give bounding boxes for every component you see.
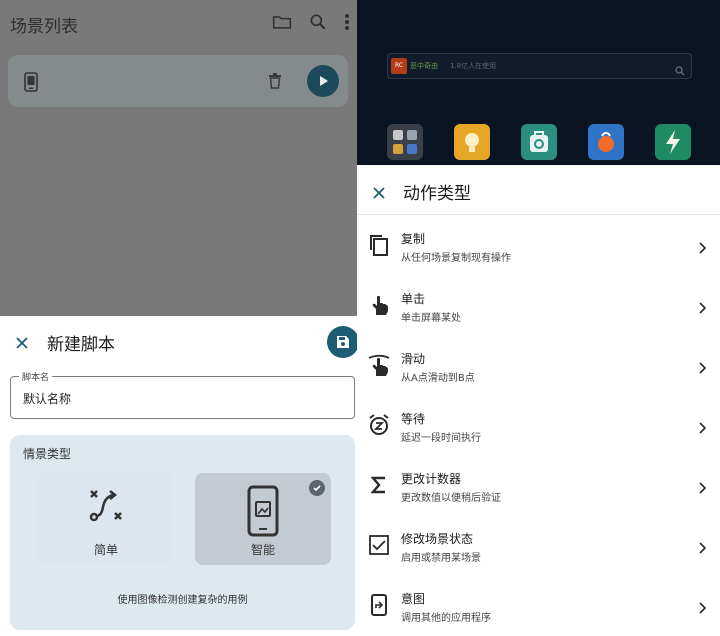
app-icon <box>521 124 557 160</box>
chevron-right-icon <box>698 239 707 258</box>
chevron-right-icon <box>698 539 707 558</box>
action-item-swipe[interactable]: 滑动 从A点滑动到B点 <box>357 337 720 397</box>
save-icon <box>337 336 349 348</box>
left-screen: 场景列表 新建脚本 脚本名 默认名称 情景类型 简单 智能 使用图像检测创建复杂… <box>0 0 357 636</box>
chevron-right-icon <box>698 299 707 318</box>
action-description: 延迟一段时间执行 <box>401 433 481 444</box>
action-item-intent[interactable]: 意图 调用其他的应用程序 <box>357 577 720 636</box>
close-icon[interactable] <box>373 184 385 199</box>
brand-logo: RC <box>391 58 407 74</box>
action-description: 调用其他的应用程序 <box>401 613 491 624</box>
tap-icon <box>367 293 391 317</box>
sheet-title: 新建脚本 <box>47 335 115 355</box>
app-icon <box>655 124 691 160</box>
intent-icon <box>367 593 391 617</box>
chevron-right-icon <box>698 359 707 378</box>
type-option-simple[interactable]: 简单 <box>38 473 174 565</box>
action-description: 从任何场景复制现有操作 <box>401 253 511 264</box>
sigma-icon <box>367 473 391 497</box>
action-item-scenario-state[interactable]: 修改场景状态 启用或禁用某场景 <box>357 517 720 577</box>
app-icon <box>588 124 624 160</box>
delete-icon[interactable] <box>268 73 282 93</box>
search-icon[interactable] <box>308 12 330 34</box>
save-button[interactable] <box>327 326 357 358</box>
scenario-type-label: 情景类型 <box>23 447 72 461</box>
action-title: 单击 <box>401 292 426 306</box>
chevron-right-icon <box>698 599 707 618</box>
play-button[interactable] <box>307 65 339 97</box>
close-icon[interactable] <box>16 334 30 349</box>
action-title: 等待 <box>401 412 426 426</box>
search-placeholder: 1.8亿人在使用 <box>450 62 497 70</box>
action-type-sheet: 动作类型 复制 从任何场景复制现有操作 单击 单击屏幕某处 滑动 从A点滑动到B… <box>357 165 720 636</box>
action-title: 复制 <box>401 232 426 246</box>
scenario-type-section: 情景类型 简单 智能 使用图像检测创建复杂的用例 <box>10 435 355 630</box>
action-title: 修改场景状态 <box>401 532 474 546</box>
chevron-right-icon <box>698 419 707 438</box>
script-name-field[interactable]: 脚本名 默认名称 <box>10 370 355 419</box>
phone-icon <box>24 72 38 96</box>
action-item-copy[interactable]: 复制 从任何场景复制现有操作 <box>357 217 720 277</box>
app-icon <box>387 124 423 160</box>
brand-name: 恶中奇由 <box>410 62 438 70</box>
swipe-icon <box>367 353 391 377</box>
action-description: 启用或禁用某场景 <box>401 553 481 564</box>
action-title: 更改计数器 <box>401 472 462 486</box>
sheet-title: 动作类型 <box>403 184 471 204</box>
app-icon <box>454 124 490 160</box>
action-description: 单击屏幕某处 <box>401 313 461 324</box>
type-option-smart[interactable]: 智能 <box>195 473 331 565</box>
action-description: 更改数值以便稍后验证 <box>401 493 501 504</box>
play-icon <box>320 76 328 86</box>
folder-icon[interactable] <box>272 12 294 34</box>
page-title: 场景列表 <box>10 17 78 37</box>
sheet-header: 动作类型 <box>357 165 720 215</box>
script-name-value[interactable]: 默认名称 <box>23 390 71 407</box>
action-description: 从A点滑动到B点 <box>401 373 475 384</box>
snooze-icon <box>367 413 391 437</box>
action-item-wait[interactable]: 等待 延迟一段时间执行 <box>357 397 720 457</box>
top-app-bar: 场景列表 <box>0 0 357 46</box>
action-item-counter[interactable]: 更改计数器 更改数值以便稍后验证 <box>357 457 720 517</box>
phone-image-icon <box>247 485 279 541</box>
action-title: 意图 <box>401 592 426 606</box>
route-icon <box>86 485 126 529</box>
background-app-screen[interactable]: RC 恶中奇由 1.8亿人在使用 <box>357 0 720 165</box>
script-name-label: 脚本名 <box>19 370 53 383</box>
checkbox-icon <box>367 533 391 557</box>
action-item-tap[interactable]: 单击 单击屏幕某处 <box>357 277 720 337</box>
background-search-bar: RC 恶中奇由 1.8亿人在使用 <box>387 53 692 79</box>
right-screen: RC 恶中奇由 1.8亿人在使用 动作类型 复制 从任何场景复制现有操作 单击 … <box>357 0 720 636</box>
search-icon <box>675 61 685 80</box>
check-icon <box>309 480 325 496</box>
scrim-overlay[interactable]: 场景列表 <box>0 0 357 316</box>
more-vert-icon[interactable] <box>344 12 354 34</box>
type-option-label: 简单 <box>93 543 118 557</box>
scene-list-item[interactable] <box>8 55 348 107</box>
action-title: 滑动 <box>401 352 426 366</box>
scenario-type-description: 使用图像检测创建复杂的用例 <box>117 595 248 606</box>
copy-icon <box>367 233 391 257</box>
type-option-label: 智能 <box>250 543 275 557</box>
new-script-sheet: 新建脚本 脚本名 默认名称 情景类型 简单 智能 使用图像检测创建复杂的用例 <box>0 316 357 636</box>
chevron-right-icon <box>698 479 707 498</box>
